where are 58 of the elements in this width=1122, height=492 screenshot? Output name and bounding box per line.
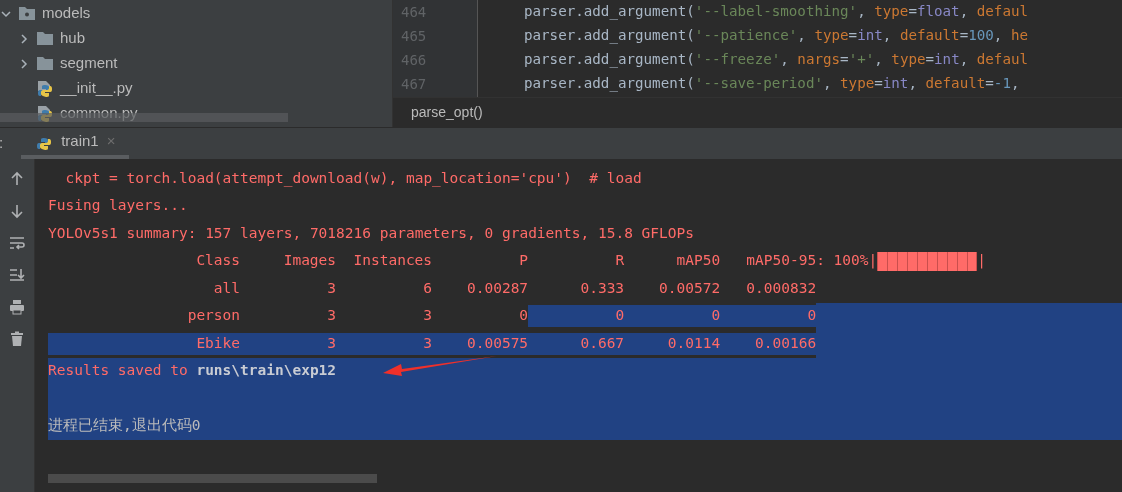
table-cell-text: 6: [422, 278, 433, 298]
folder-icon: [18, 6, 36, 21]
python-file-icon: [36, 79, 54, 98]
table-cell-text: all: [212, 278, 241, 298]
code-line: parser.add_argument('--patience', type=int, default=100, he: [524, 26, 1029, 46]
table-cell-text: person: [186, 306, 241, 326]
table-cell: 0.667: [528, 332, 625, 355]
chevron-down-icon[interactable]: [1, 8, 11, 19]
column-header: Images: [282, 251, 337, 271]
table-cell: 0.00575: [432, 332, 529, 355]
console-line: YOLOv5s1 summary: 157 layers, 7018216 parameters, 0 gradients, 15.8 GFLOPs: [48, 223, 694, 243]
code-line: parser.add_argument('--label-smoothing', type=float, defaul: [524, 2, 1028, 22]
console-line: Fusing layers...: [48, 196, 188, 216]
tree-item[interactable]: hub: [60, 27, 86, 50]
scrollbar[interactable]: [48, 474, 377, 483]
table-cell: Ebike: [48, 332, 241, 355]
table-cell: 0.0114: [624, 332, 721, 355]
scroll-to-end-icon[interactable]: [9, 267, 25, 283]
chevron-right-icon[interactable]: [19, 58, 29, 69]
code-line: parser.add_argument('--freeze', nargs='+', type=int, defaul: [524, 50, 1029, 70]
table-cell: 3: [240, 332, 337, 355]
table-cell-text: 3: [326, 306, 337, 326]
breadcrumb[interactable]: parse_opt(): [411, 102, 483, 123]
table-cell: 0: [624, 305, 721, 328]
column-header: Class: [195, 251, 241, 271]
print-icon[interactable]: [9, 299, 25, 315]
table-cell-text: 0.000832: [745, 278, 817, 298]
console-line: Results saved to runs\train\exp12: [48, 361, 337, 381]
table-cell: 0.00166: [720, 332, 817, 355]
table-cell-text: 3: [326, 278, 337, 298]
table-cell: 3: [336, 332, 433, 355]
column-header: Instances: [352, 251, 433, 271]
trash-icon[interactable]: [9, 331, 25, 347]
column-header: P: [518, 251, 529, 271]
tree-item[interactable]: __init__.py: [60, 77, 133, 100]
table-cell-text: 0.00287: [466, 278, 529, 298]
folder-icon: [36, 56, 54, 71]
table-cell-text: 3: [422, 306, 433, 326]
table-cell: 0: [720, 305, 817, 328]
tree-item[interactable]: segment: [60, 52, 118, 75]
folder-icon: [36, 31, 54, 46]
code-line: parser.add_argument('--save-period', type=int, default=-1,: [524, 74, 1020, 94]
table-cell-text: 0: [518, 306, 529, 326]
column-header: R: [614, 251, 625, 271]
column-header: mAP50-95: 100%|: [745, 251, 878, 271]
console-line: 进程已结束,退出代码0: [48, 416, 201, 436]
arrow-down-icon[interactable]: [9, 203, 25, 219]
tree-item[interactable]: models: [42, 2, 91, 25]
chevron-right-icon[interactable]: [19, 33, 29, 44]
soft-wrap-icon[interactable]: [9, 235, 25, 251]
table-cell: 0: [528, 305, 625, 328]
table-cell-text: 0.333: [579, 278, 625, 298]
arrow-up-icon[interactable]: [9, 171, 25, 187]
progress-end: |: [977, 251, 986, 271]
panel-label: :: [0, 133, 4, 154]
column-header: mAP50: [675, 251, 721, 271]
table-cell-text: 0.00572: [658, 278, 721, 298]
console-line: ckpt = torch.load(attempt_download(w), map_location='cpu') # load: [64, 168, 642, 189]
